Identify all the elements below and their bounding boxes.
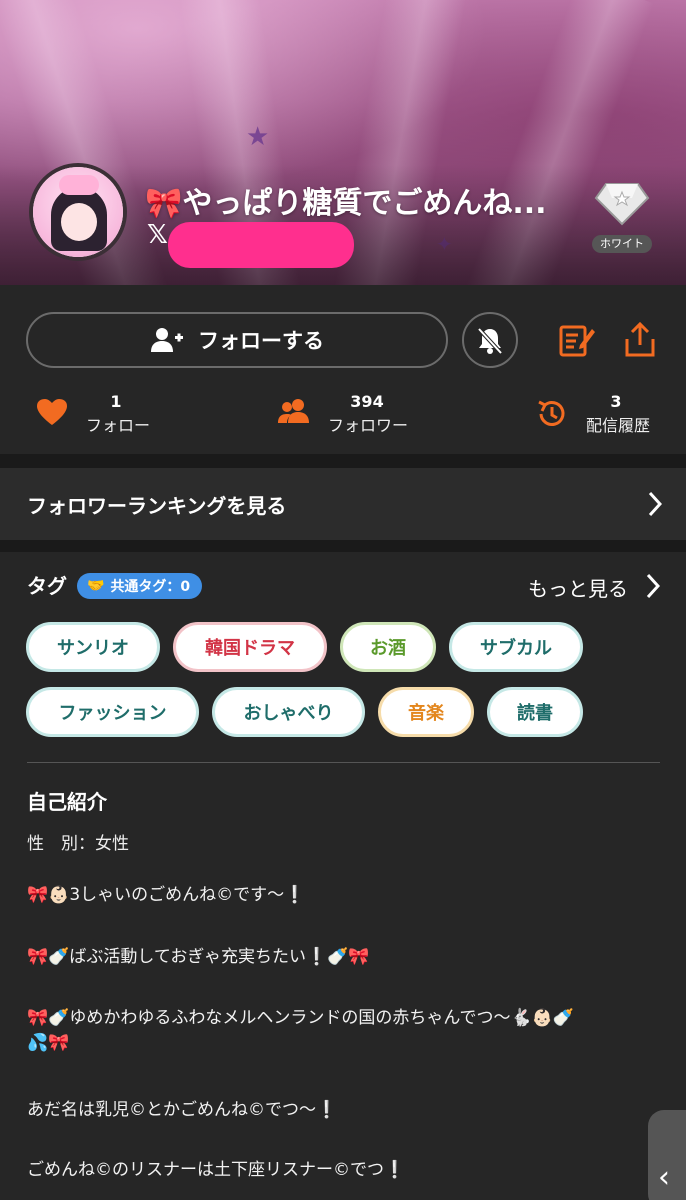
person-add-icon	[151, 328, 183, 352]
follow-label: フォローする	[198, 329, 324, 353]
profile-name: 🎀やっぱり糖質でごめんね...	[145, 186, 547, 221]
bio-line: 🎀👶🏻3しゃいのごめんね©です〜❕	[27, 885, 306, 905]
chevron-right-icon	[648, 491, 662, 517]
heart-icon	[37, 399, 67, 425]
edit-note-icon	[559, 325, 595, 357]
follow-button[interactable]: フォローする	[26, 312, 448, 368]
tags-title: タグ	[27, 574, 67, 598]
common-tags-badge[interactable]: 🤝 共通タグ：0	[77, 573, 203, 599]
rank-label: ホワイト	[592, 235, 652, 253]
common-tags-label: 共通タグ：0	[110, 579, 191, 595]
x-logo-icon[interactable]: 𝕏	[147, 220, 168, 250]
stat-following[interactable]: 1 フォロー	[36, 392, 186, 440]
divider	[27, 762, 660, 763]
stat-history[interactable]: 3 配信履歴	[536, 392, 686, 440]
diamond-icon	[594, 183, 650, 226]
bio-line: 💦🎀	[27, 1033, 70, 1053]
more-tags-link[interactable]: もっと見る	[528, 573, 628, 602]
tag-chip[interactable]: 韓国ドラマ	[173, 622, 327, 672]
bio-line: あだ名は乳児©とかごめんね©でつ〜❕	[27, 1100, 338, 1120]
tag-chip[interactable]: お酒	[340, 622, 436, 672]
history-count: 3	[610, 392, 622, 411]
side-panel-handle[interactable]: ‹	[648, 1110, 686, 1200]
tag-chip[interactable]: ファッション	[26, 687, 199, 737]
bio-line: 🎀🍼ばぶ活動しておぎゃ充実ちたい❕🍼🎀	[27, 947, 370, 967]
avatar[interactable]	[29, 163, 127, 261]
tag-chip[interactable]: サブカル	[449, 622, 583, 672]
notification-toggle-button[interactable]	[462, 312, 518, 368]
handshake-icon: 🤝	[87, 578, 105, 594]
gender-text: 性 別：女性	[27, 834, 129, 854]
people-icon	[278, 399, 309, 423]
stat-followers[interactable]: 394 フォロワー	[277, 392, 427, 440]
tag-chip[interactable]: おしゃべり	[212, 687, 365, 737]
share-icon	[625, 321, 655, 357]
bio-line: 🎀🍼ゆめかわゆるふわなメルヘンランドの国の赤ちゃんでつ〜🐇👶🏻🍼	[27, 1008, 574, 1028]
tag-chip[interactable]: 音楽	[378, 687, 474, 737]
section-divider	[0, 540, 686, 552]
edit-button[interactable]	[557, 318, 597, 362]
following-label: フォロー	[85, 416, 150, 435]
bio-line: ごめんね©のリスナーは土下座リスナー©でつ❕	[27, 1160, 406, 1180]
following-count: 1	[110, 392, 122, 411]
bell-off-icon	[477, 327, 503, 355]
chevron-left-icon: ‹	[658, 1160, 670, 1195]
tag-chip[interactable]: サンリオ	[26, 622, 160, 672]
history-icon	[538, 400, 565, 426]
redacted-handle	[168, 222, 354, 268]
rank-badge[interactable]: ホワイト	[590, 180, 656, 253]
follower-ranking-label: フォロワーランキングを見る	[27, 493, 287, 518]
chevron-right-icon[interactable]	[646, 573, 660, 599]
share-button[interactable]	[620, 318, 660, 362]
section-divider	[0, 454, 686, 468]
follower-ranking-link[interactable]: フォロワーランキングを見る	[0, 468, 686, 540]
followers-label: フォロワー	[327, 416, 408, 435]
self-intro-title: 自己紹介	[27, 790, 107, 814]
followers-count: 394	[350, 392, 384, 411]
tag-chip[interactable]: 読書	[487, 687, 583, 737]
history-label: 配信履歴	[585, 416, 650, 435]
